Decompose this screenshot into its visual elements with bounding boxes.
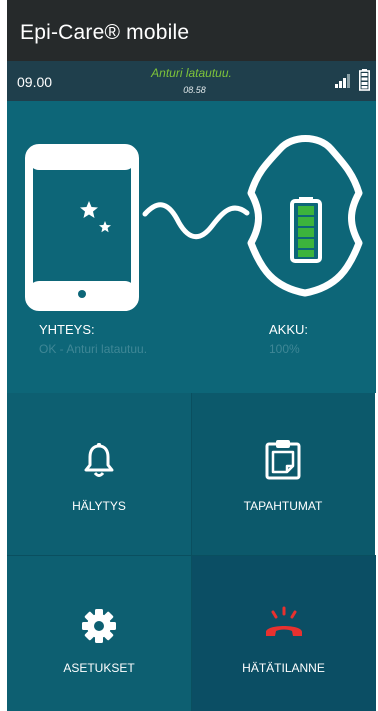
settings-tile[interactable]: ASETUKSET — [7, 556, 191, 711]
battery-icon — [359, 69, 370, 91]
battery-label: AKKU: — [269, 322, 309, 337]
emergency-label: HÄTÄTILANNE — [242, 661, 325, 675]
connection-wave — [142, 202, 250, 240]
status-message: Anturi latautuu. — [151, 66, 232, 80]
app-header: Epi-Care® mobile — [7, 0, 376, 61]
app-title: Epi-Care® mobile — [20, 21, 190, 44]
alarm-tile[interactable]: HÄLYTYS — [7, 393, 191, 555]
emergency-tile[interactable]: HÄTÄTILANNE — [191, 556, 376, 711]
sensor-device-icon — [247, 135, 363, 297]
emergency-phone-icon — [265, 606, 302, 636]
events-label: TAPAHTUMAT — [243, 499, 323, 513]
device-status-panel: YHTEYS: OK - Anturi latautuu. AKKU: 100% — [7, 101, 376, 393]
battery-value: 100% — [269, 342, 300, 356]
events-tile[interactable]: TAPAHTUMAT — [191, 393, 375, 555]
phone-icon — [25, 144, 139, 311]
alarm-label: HÄLYTYS — [72, 499, 126, 513]
bell-icon — [84, 443, 114, 477]
signal-strength-icon — [335, 74, 350, 88]
connection-value: OK - Anturi latautuu. — [39, 342, 148, 356]
status-message-time: 08.58 — [183, 85, 206, 95]
clipboard-icon — [265, 440, 301, 480]
status-bar: 09.00 Anturi latautuu. 08.58 — [7, 61, 376, 101]
gear-icon — [82, 609, 116, 643]
tile-divider-vertical — [191, 393, 192, 711]
connection-label: YHTEYS: — [39, 322, 95, 337]
settings-label: ASETUKSET — [63, 661, 135, 675]
moon-stars-icon — [61, 201, 111, 252]
battery-full-icon — [290, 197, 322, 263]
